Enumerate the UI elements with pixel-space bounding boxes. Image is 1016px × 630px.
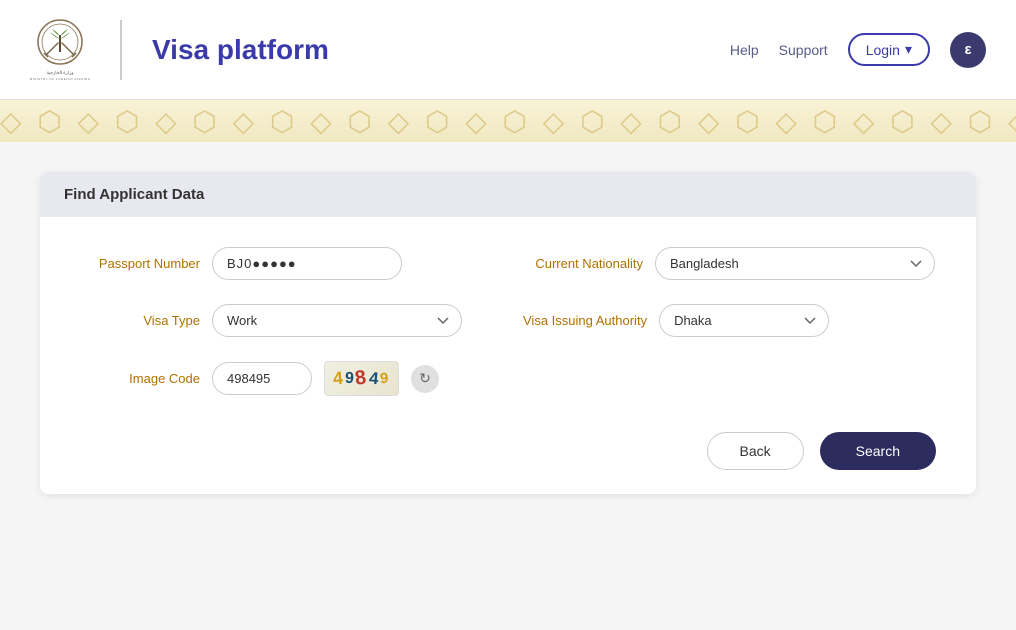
buttons-row: Back Search [80,416,936,470]
main-content: Find Applicant Data Passport Number Curr… [0,142,1016,524]
refresh-icon: ↻ [419,370,431,387]
visa-type-group: Visa Type Work Visit Family Umrah Busine… [80,304,493,337]
captcha-input[interactable] [212,362,312,395]
decorative-banner: ◇ ⬡ ◇ ⬡ ◇ ⬡ ◇ ⬡ ◇ ⬡ ◇ ⬡ ◇ ⬡ ◇ ⬡ ◇ ⬡ ◇ ⬡ … [0,100,1016,142]
card-header: Find Applicant Data [40,172,976,217]
card-body: Passport Number Current Nationality Bang… [40,217,976,494]
captcha-char-5: 9 [380,370,391,388]
form-grid: Passport Number Current Nationality Bang… [80,247,936,396]
support-link[interactable]: Support [779,42,828,58]
form-row-2: Visa Type Work Visit Family Umrah Busine… [80,304,936,337]
pattern-row: ◇ ⬡ ◇ ⬡ ◇ ⬡ ◇ ⬡ ◇ ⬡ ◇ ⬡ ◇ ⬡ ◇ ⬡ ◇ ⬡ ◇ ⬡ … [0,100,1016,142]
image-code-inputs: 4 9 8 4 9 ↻ [212,361,439,396]
form-row-1: Passport Number Current Nationality Bang… [80,247,936,280]
logo-emblem: وزارة الخارجية MINISTRY OF FOREIGN AFFAI… [30,17,90,82]
site-title: Visa platform [152,34,329,66]
passport-label: Passport Number [80,256,200,271]
issuing-authority-select[interactable]: Dhaka Karachi Manila Cairo Delhi [659,304,829,337]
refresh-captcha-button[interactable]: ↻ [411,365,439,393]
login-button[interactable]: Login ▾ [848,33,930,66]
passport-input[interactable] [212,247,402,280]
search-button[interactable]: Search [820,432,936,470]
captcha-image: 4 9 8 4 9 [324,361,399,396]
back-button[interactable]: Back [707,432,804,470]
help-link[interactable]: Help [730,42,759,58]
find-applicant-card: Find Applicant Data Passport Number Curr… [40,172,976,494]
chevron-down-icon: ▾ [905,41,912,58]
issuing-authority-label: Visa Issuing Authority [523,313,647,328]
header-divider [120,20,122,80]
visa-type-label: Visa Type [80,313,200,328]
image-code-group: Image Code 4 9 8 4 9 ↻ [80,361,936,396]
header: وزارة الخارجية MINISTRY OF FOREIGN AFFAI… [0,0,1016,100]
nationality-group: Current Nationality Bangladesh Pakistan … [523,247,936,280]
svg-text:MINISTRY OF FOREIGN AFFAIRS: MINISTRY OF FOREIGN AFFAIRS [30,77,90,81]
form-row-3: Image Code 4 9 8 4 9 ↻ [80,361,936,396]
passport-group: Passport Number [80,247,493,280]
logo-section: وزارة الخارجية MINISTRY OF FOREIGN AFFAI… [30,17,329,82]
issuing-authority-group: Visa Issuing Authority Dhaka Karachi Man… [523,304,936,337]
image-code-label: Image Code [80,371,200,386]
saudi-emblem-icon: وزارة الخارجية MINISTRY OF FOREIGN AFFAI… [30,17,90,82]
nationality-select[interactable]: Bangladesh Pakistan India Egypt Philippi… [655,247,935,280]
avatar[interactable]: ε [950,32,986,68]
nationality-label: Current Nationality [523,256,643,271]
visa-type-select[interactable]: Work Visit Family Umrah Business [212,304,462,337]
header-nav: Help Support Login ▾ ε [730,32,986,68]
svg-text:وزارة الخارجية: وزارة الخارجية [47,70,75,76]
captcha-char-1: 4 [332,368,346,390]
